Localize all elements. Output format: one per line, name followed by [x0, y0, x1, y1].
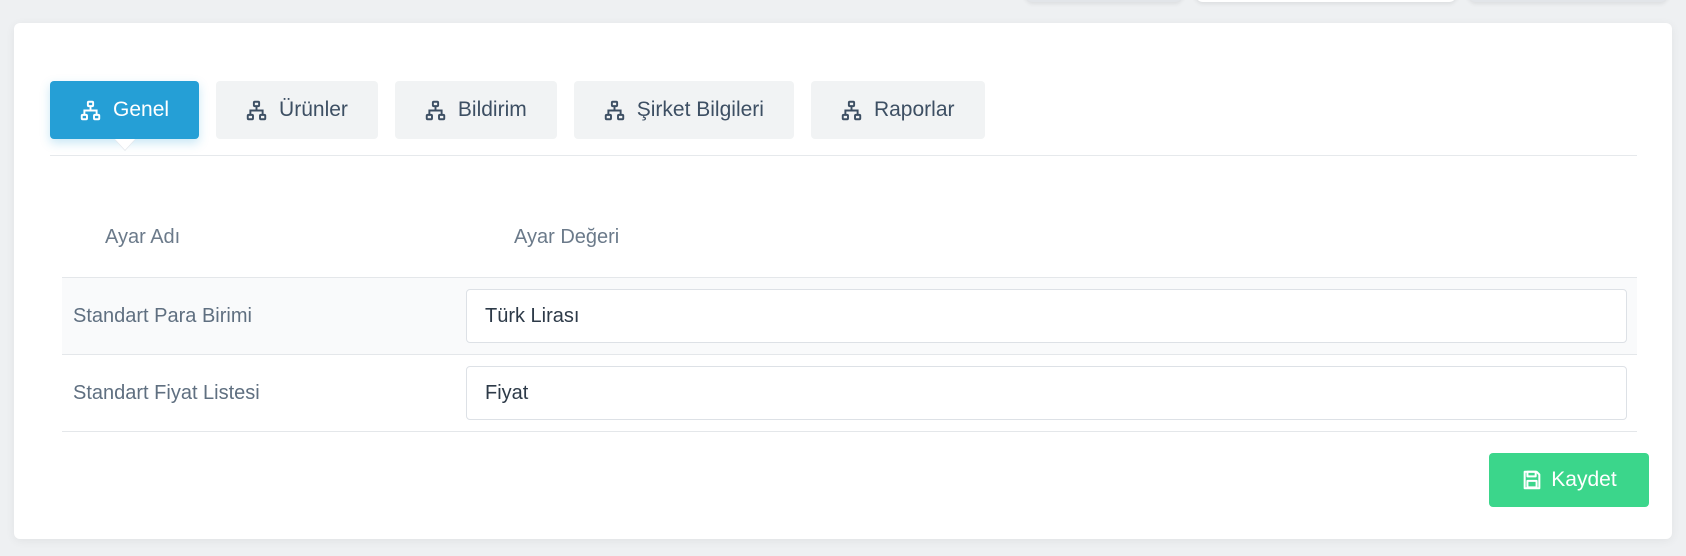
tab-label: Bildirim	[457, 98, 527, 121]
sitemap-icon	[604, 100, 624, 120]
table-row: Standart Fiyat Listesi Fiyat	[62, 355, 1637, 432]
tab-bar: Genel Ürünler Bildirim Şirket Bilgileri	[50, 81, 985, 139]
top-strip	[0, 0, 1686, 22]
setting-name: Standart Fiyat Listesi	[73, 381, 260, 404]
column-header-name: Ayar Adı	[105, 226, 181, 248]
tab-label: Genel	[113, 98, 170, 121]
top-control[interactable]	[1468, 0, 1668, 2]
price-list-select[interactable]: Fiyat	[466, 366, 1627, 420]
selected-value: Türk Lirası	[485, 304, 580, 327]
save-button[interactable]: Kaydet	[1489, 453, 1649, 507]
selected-value: Fiyat	[485, 381, 529, 404]
tab-label: Ürünler	[279, 98, 348, 121]
top-control[interactable]	[1025, 0, 1183, 2]
sitemap-icon	[425, 100, 446, 120]
table-header: Ayar Adı Ayar Değeri	[62, 198, 1637, 278]
tab-bildirim[interactable]: Bildirim	[394, 81, 557, 139]
tab-divider	[50, 155, 1637, 156]
tab-genel[interactable]: Genel	[50, 81, 200, 139]
tab-label: Raporlar	[873, 98, 955, 121]
sitemap-icon	[841, 100, 862, 120]
save-icon	[1523, 470, 1541, 490]
setting-name: Standart Para Birimi	[73, 304, 252, 327]
table-row: Standart Para Birimi Türk Lirası	[62, 278, 1637, 355]
settings-table: Ayar Adı Ayar Değeri Standart Para Birim…	[62, 198, 1637, 432]
settings-card: Genel Ürünler Bildirim Şirket Bilgileri	[14, 23, 1672, 539]
top-control[interactable]	[1195, 0, 1457, 2]
sitemap-icon	[80, 100, 101, 120]
sitemap-icon	[246, 100, 267, 120]
column-header-value: Ayar Değeri	[514, 226, 620, 248]
tab-raporlar[interactable]: Raporlar	[810, 81, 985, 139]
tab-sirket-bilgileri[interactable]: Şirket Bilgileri	[573, 81, 794, 139]
tab-label: Şirket Bilgileri	[636, 98, 764, 121]
currency-select[interactable]: Türk Lirası	[466, 289, 1627, 343]
tab-urunler[interactable]: Ürünler	[216, 81, 378, 139]
save-button-label: Kaydet	[1551, 468, 1617, 491]
